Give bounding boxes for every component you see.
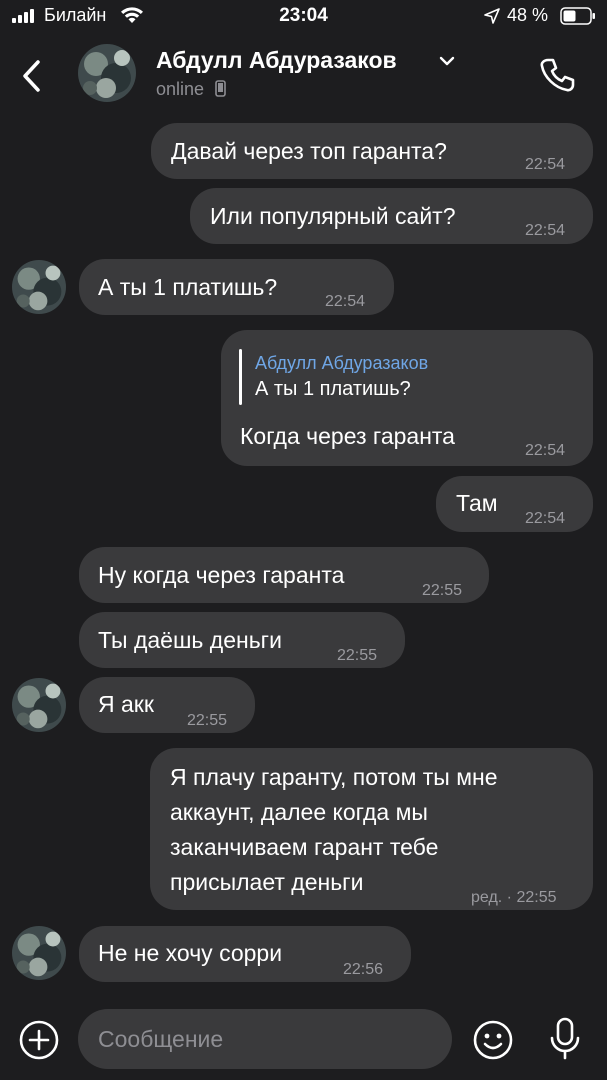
mobile-device-icon bbox=[215, 80, 226, 97]
message-text: А ты 1 платишь? bbox=[98, 274, 278, 300]
reply-text: А ты 1 платишь? bbox=[255, 378, 411, 400]
incoming-message[interactable]: Не не хочу сорри 22:56 bbox=[79, 926, 411, 982]
message-line: присылает деньги bbox=[170, 869, 364, 895]
outgoing-message[interactable]: Там 22:54 bbox=[436, 476, 593, 532]
outgoing-reply-message[interactable]: Абдулл Абдуразаков А ты 1 платишь? Когда… bbox=[221, 330, 593, 466]
incoming-message[interactable]: Ты даёшь деньги 22:55 bbox=[79, 612, 405, 668]
message-input[interactable] bbox=[78, 1009, 452, 1069]
contact-name[interactable]: Абдулл Абдуразаков bbox=[156, 47, 397, 74]
chevron-left-icon bbox=[23, 60, 40, 92]
avatar-image bbox=[78, 44, 136, 102]
battery-percent: 48 % bbox=[507, 5, 549, 25]
wifi-icon bbox=[121, 7, 143, 23]
message-line: заканчиваем гарант тебе bbox=[170, 834, 439, 860]
message-text: Давай через топ гаранта? bbox=[171, 138, 447, 164]
message-time: 22:55 bbox=[187, 712, 228, 729]
chevron-down-icon[interactable] bbox=[438, 54, 456, 68]
sender-avatar[interactable] bbox=[12, 678, 66, 732]
outgoing-message[interactable]: Давай через топ гаранта? 22:54 bbox=[151, 123, 593, 179]
message-text: Когда через гаранта bbox=[240, 423, 455, 449]
emoji-icon[interactable] bbox=[472, 1019, 514, 1061]
message-time: 22:54 bbox=[525, 156, 566, 173]
message-composer bbox=[0, 1000, 607, 1080]
sender-avatar[interactable] bbox=[12, 926, 66, 980]
contact-status: online bbox=[156, 79, 226, 100]
incoming-message[interactable]: Я акк 22:55 bbox=[79, 677, 255, 733]
incoming-message[interactable]: А ты 1 платишь? 22:54 bbox=[79, 259, 394, 315]
location-arrow-icon bbox=[484, 8, 500, 24]
plus-circle-icon[interactable] bbox=[18, 1019, 60, 1061]
message-time: 22:55 bbox=[337, 647, 378, 664]
signal-icon bbox=[12, 9, 34, 23]
message-text: Там bbox=[456, 490, 498, 516]
avatar-image bbox=[12, 260, 66, 314]
microphone-icon[interactable] bbox=[548, 1017, 582, 1061]
call-button[interactable] bbox=[534, 52, 580, 98]
back-button[interactable] bbox=[14, 54, 48, 98]
reply-quote-bar bbox=[239, 349, 242, 405]
message-text: Ты даёшь деньги bbox=[98, 627, 282, 653]
chat-header: Абдулл Абдуразаков online bbox=[0, 34, 607, 116]
outgoing-message[interactable]: Или популярный сайт? 22:54 bbox=[190, 188, 593, 244]
phone-icon bbox=[540, 58, 575, 92]
message-text: Или популярный сайт? bbox=[210, 203, 456, 229]
message-text: Не не хочу сорри bbox=[98, 940, 283, 966]
message-time: 22:54 bbox=[525, 510, 566, 527]
status-bar: Билайн 23:04 48 % bbox=[0, 0, 607, 34]
message-text: Я акк bbox=[98, 691, 154, 717]
message-time: 22:55 bbox=[422, 582, 463, 599]
carrier-name: Билайн bbox=[44, 5, 107, 25]
message-time: ред. · 22:55 bbox=[471, 889, 557, 906]
message-time: 22:56 bbox=[343, 961, 384, 978]
message-line: аккаунт, далее когда мы bbox=[170, 799, 428, 825]
outgoing-message[interactable]: Я плачу гаранту, потом ты мне аккаунт, д… bbox=[150, 748, 593, 910]
message-list[interactable]: Давай через топ гаранта? 22:54 Или попул… bbox=[0, 116, 607, 996]
message-time: 22:54 bbox=[525, 222, 566, 239]
status-text: online bbox=[156, 79, 205, 99]
battery-icon bbox=[560, 7, 595, 25]
message-time: 22:54 bbox=[525, 442, 566, 459]
message-line: Я плачу гаранту, потом ты мне bbox=[170, 764, 498, 790]
incoming-message[interactable]: Ну когда через гаранта 22:55 bbox=[79, 547, 489, 603]
avatar-image bbox=[12, 926, 66, 980]
avatar-image bbox=[12, 678, 66, 732]
message-text: Ну когда через гаранта bbox=[98, 562, 345, 588]
sender-avatar[interactable] bbox=[12, 260, 66, 314]
contact-avatar[interactable] bbox=[78, 44, 136, 102]
message-time: 22:54 bbox=[325, 293, 366, 310]
